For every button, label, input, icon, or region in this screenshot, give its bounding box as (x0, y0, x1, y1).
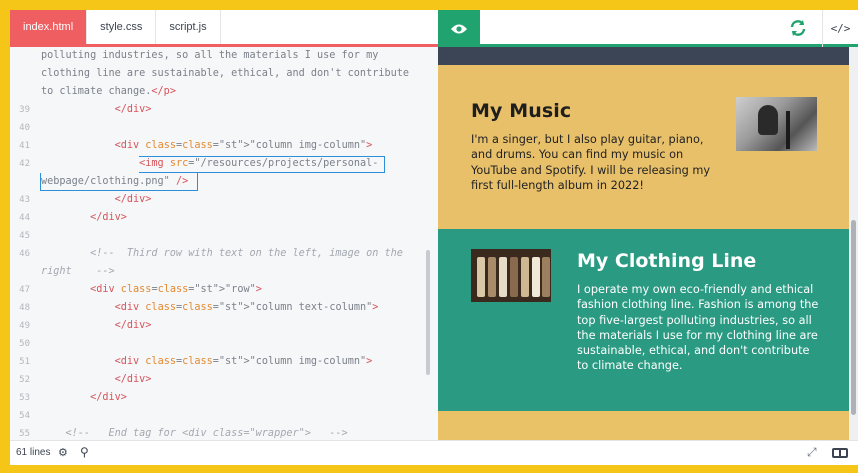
code-icon: </> (830, 22, 851, 35)
garment (477, 257, 485, 297)
code-line[interactable]: 47 <div class=class="st">"row"> (10, 281, 438, 299)
line-number: 45 (19, 231, 30, 241)
code-line[interactable]: 45 (10, 227, 438, 245)
line-number: 46 (19, 249, 30, 259)
page-nav-strip (438, 47, 849, 65)
line-number: 48 (19, 303, 30, 313)
music-image (736, 97, 817, 151)
code-editor-pane: index.html style.css script.js polluting… (10, 10, 438, 440)
line-number: 51 (19, 357, 30, 367)
code-text: <!-- End tag for <div class="wrapper"> -… (41, 428, 348, 439)
garment (488, 257, 496, 297)
music-section: My Music I'm a singer, but I also play g… (438, 65, 849, 229)
eye-icon (451, 24, 467, 33)
tab-style-css[interactable]: style.css (87, 10, 157, 46)
expand-icon[interactable]: ⤢ (807, 445, 817, 460)
garment (510, 257, 518, 297)
code-text: polluting industries, so all the materia… (41, 50, 379, 61)
clothing-section: My Clothing Line I operate my own eco-fr… (438, 229, 849, 411)
code-view-button[interactable]: </> (822, 10, 858, 47)
line-number: 47 (19, 285, 30, 295)
selection-highlight (139, 156, 385, 173)
code-line[interactable]: 51 <div class=class="st">"column img-col… (10, 353, 438, 371)
line-number: 49 (19, 321, 30, 331)
preview-pane: My Music I'm a singer, but I also play g… (438, 47, 858, 440)
code-line[interactable]: 41 <div class=class="st">"column img-col… (10, 137, 438, 155)
code-line[interactable]: 40 (10, 119, 438, 137)
line-number: 50 (19, 339, 30, 349)
code-line[interactable]: right --> (10, 263, 438, 281)
code-line[interactable]: 46 <!-- Third row with text on the left,… (10, 245, 438, 263)
code-text: right --> (41, 266, 115, 277)
editor-scroll-thumb[interactable] (426, 250, 430, 375)
code-text: <!-- Third row with text on the left, im… (41, 248, 403, 259)
layout-icon[interactable] (832, 448, 848, 458)
preview-scroll-thumb[interactable] (851, 220, 856, 415)
status-bar: 61 lines ⚙ ⚲ ⤢ (10, 440, 858, 465)
singer-figure (758, 105, 778, 135)
code-area[interactable]: polluting industries, so all the materia… (10, 47, 438, 440)
line-number: 43 (19, 195, 30, 205)
code-line[interactable]: 39 </div> (10, 101, 438, 119)
code-line[interactable]: 50 (10, 335, 438, 353)
code-line[interactable]: 53 </div> (10, 389, 438, 407)
code-text: </div> (114, 194, 152, 205)
refresh-icon (790, 20, 806, 36)
garment (542, 257, 550, 297)
line-number: 41 (19, 141, 30, 151)
line-number: 53 (19, 393, 30, 403)
code-text: <div class=class="st">"row"> (90, 284, 262, 295)
line-count: 61 lines (16, 447, 51, 458)
line-number: 54 (19, 411, 30, 421)
code-line[interactable]: to climate change.</p> (10, 83, 438, 101)
code-line[interactable]: polluting industries, so all the materia… (10, 47, 438, 65)
line-number: 39 (19, 105, 30, 115)
file-tabs: index.html style.css script.js (10, 10, 438, 46)
code-line[interactable]: 43 </div> (10, 191, 438, 209)
garment (532, 257, 540, 297)
code-line[interactable]: 52 </div> (10, 371, 438, 389)
code-text: </div> (90, 212, 127, 223)
clothing-heading: My Clothing Line (577, 250, 757, 272)
line-number: 44 (19, 213, 30, 223)
line-number: 42 (19, 159, 30, 169)
code-line[interactable]: 55 <!-- End tag for <div class="wrapper"… (10, 425, 438, 440)
clothing-text: I operate my own eco-friendly and ethica… (577, 283, 819, 373)
garment (521, 257, 529, 297)
code-text: <div class=class="st">"column text-colum… (114, 302, 379, 313)
editor-scrollbar[interactable] (426, 47, 430, 440)
tab-script-js[interactable]: script.js (156, 10, 221, 46)
code-text: </div> (114, 104, 152, 115)
search-icon[interactable]: ⚲ (80, 445, 89, 459)
code-text: to climate change.</p> (41, 86, 176, 97)
bug-icon[interactable]: ⚙ (58, 446, 68, 459)
microphone-stand (786, 111, 790, 149)
selection-highlight (40, 173, 198, 191)
app-frame: index.html style.css script.js polluting… (10, 10, 858, 465)
code-text: </div> (114, 320, 152, 331)
music-heading: My Music (471, 100, 572, 122)
selection-highlight (40, 173, 41, 191)
code-line[interactable]: 54 (10, 407, 438, 425)
code-line[interactable]: 49 </div> (10, 317, 438, 335)
code-text: </div> (114, 374, 152, 385)
clothing-image (471, 249, 551, 302)
garment (499, 257, 507, 297)
code-text: <div class=class="st">"column img-column… (114, 356, 373, 367)
tab-index-html[interactable]: index.html (10, 10, 88, 46)
refresh-button[interactable] (786, 16, 810, 40)
preview-toggle-button[interactable] (438, 10, 480, 47)
code-text: clothing line are sustainable, ethical, … (41, 68, 410, 79)
line-number: 40 (19, 123, 30, 133)
code-line[interactable]: clothing line are sustainable, ethical, … (10, 65, 438, 83)
code-line[interactable]: 48 <div class=class="st">"column text-co… (10, 299, 438, 317)
code-text: </div> (90, 392, 127, 403)
code-line[interactable]: 44 </div> (10, 209, 438, 227)
code-text: <div class=class="st">"column img-column… (114, 140, 373, 151)
line-number: 52 (19, 375, 30, 385)
music-text: I'm a singer, but I also play guitar, pi… (471, 133, 711, 192)
line-number: 55 (19, 429, 30, 439)
